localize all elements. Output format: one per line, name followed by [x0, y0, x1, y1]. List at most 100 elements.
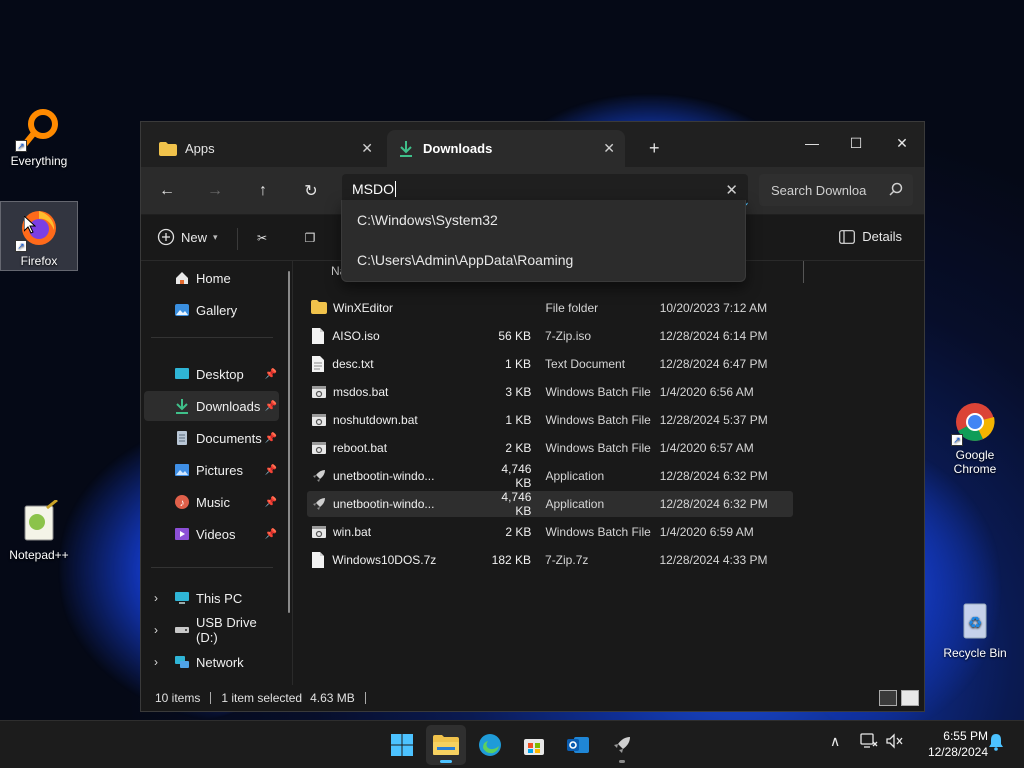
- back-arrow-icon[interactable]: ←: [151, 177, 183, 205]
- taskbar-unetbootin[interactable]: [602, 725, 642, 765]
- usb-drive-icon: [174, 622, 190, 638]
- sidebar-item-label: Music: [196, 494, 230, 510]
- file-name: msdos.bat: [333, 385, 389, 399]
- file-row[interactable]: Windows10DOS.7z 182 KB 7-Zip.7z 12/28/2024 …: [307, 547, 793, 573]
- file-icon: [311, 552, 326, 568]
- file-row[interactable]: reboot.bat 2 KB Windows Batch File 1/4/2020…: [307, 435, 793, 461]
- file-row[interactable]: win.bat 2 KB Windows Batch File 1/4/2020 6:…: [307, 519, 793, 545]
- pin-icon[interactable]: 📌: [265, 401, 277, 412]
- file-row[interactable]: noshutdown.bat 1 KB Windows Batch File 12/2…: [307, 407, 793, 433]
- navigation-pane: Home Gallery Desktop 📌 Downloads 📌 Docum…: [141, 261, 293, 685]
- pin-icon[interactable]: 📌: [265, 433, 277, 444]
- sidebar-item-home[interactable]: Home: [144, 263, 279, 293]
- minimize-icon[interactable]: —: [789, 128, 835, 158]
- sidebar-item-gallery[interactable]: Gallery: [144, 295, 279, 325]
- file-date-modified: 12/28/2024 6:47 PM: [659, 357, 768, 371]
- tab-downloads[interactable]: Downloads ✕: [387, 130, 625, 167]
- cut-icon[interactable]: ✂: [251, 228, 273, 248]
- folder-icon: [159, 141, 177, 156]
- sidebar-item-desktop[interactable]: Desktop 📌: [144, 359, 279, 389]
- copy-icon[interactable]: ❐: [299, 228, 321, 248]
- volume-muted-icon[interactable]: [886, 733, 904, 752]
- close-tab-icon[interactable]: ✕: [603, 140, 615, 157]
- file-type: Windows Batch File: [545, 413, 651, 427]
- sidebar-divider: [151, 337, 273, 338]
- clear-address-icon[interactable]: ✕: [725, 181, 738, 199]
- file-row[interactable]: WinXEditor File folder 10/20/2023 7:12 AM: [307, 295, 793, 321]
- up-arrow-icon[interactable]: ↑: [247, 177, 279, 205]
- sidebar-item-downloads[interactable]: Downloads 📌: [144, 391, 279, 421]
- column-divider[interactable]: [803, 261, 804, 283]
- new-label: New: [181, 229, 208, 245]
- taskbar-edge[interactable]: [470, 725, 510, 765]
- file-size: 2 KB: [505, 441, 532, 455]
- status-bar: 10 items 1 item selected 4.63 MB: [141, 685, 924, 711]
- sidebar-item-videos[interactable]: Videos 📌: [144, 519, 279, 549]
- edge-icon: [479, 734, 501, 756]
- file-row[interactable]: msdos.bat 3 KB Windows Batch File 1/4/2020 …: [307, 379, 793, 405]
- file-row[interactable]: desc.txt 1 KB Text Document 12/28/2024 6:47…: [307, 351, 793, 377]
- details-view-icon[interactable]: [879, 690, 897, 706]
- sidebar-item-network[interactable]: › Network: [144, 647, 279, 677]
- notification-bell-icon[interactable]: [988, 733, 1004, 754]
- tab-apps[interactable]: Apps ✕: [147, 130, 383, 167]
- sidebar-item-usb-drive[interactable]: › USB Drive (D:): [144, 615, 279, 645]
- sidebar-item-pictures[interactable]: Pictures 📌: [144, 455, 279, 485]
- file-date-modified: 12/28/2024 5:37 PM: [659, 413, 768, 427]
- refresh-icon[interactable]: ↻: [295, 177, 327, 205]
- item-count: 10 items: [155, 691, 201, 705]
- details-pane-button[interactable]: Details: [839, 229, 902, 244]
- sidebar-item-label: Downloads: [196, 398, 261, 414]
- desktop-icon-chrome[interactable]: ↗ Google Chrome: [936, 400, 1014, 476]
- tiles-view-icon[interactable]: [901, 690, 919, 706]
- new-tab-button[interactable]: +: [637, 130, 672, 167]
- network-status-icon[interactable]: [860, 733, 878, 752]
- file-row[interactable]: AISO.iso 56 KB 7-Zip.iso 12/28/2024 6:14 PM: [307, 323, 793, 349]
- maximize-icon[interactable]: ☐: [833, 128, 879, 158]
- sidebar-item-documents[interactable]: Documents 📌: [144, 423, 279, 453]
- new-button[interactable]: New ▾: [157, 228, 218, 246]
- pin-icon[interactable]: 📌: [265, 465, 277, 476]
- desktop-icon-firefox[interactable]: ↗ Firefox: [0, 201, 78, 271]
- file-type: Text Document: [545, 357, 626, 371]
- clock[interactable]: 6:55 PM 12/28/2024: [928, 728, 988, 760]
- sidebar-item-this-pc[interactable]: › This PC: [144, 583, 279, 613]
- desktop-icon-label: Google Chrome: [953, 448, 997, 476]
- chevron-right-icon[interactable]: ›: [154, 623, 158, 637]
- forward-arrow-icon[interactable]: →: [199, 177, 231, 205]
- desktop-icon-notepadpp[interactable]: Notepad++: [0, 498, 78, 562]
- desktop-icon-everything[interactable]: ↗ Everything: [0, 106, 78, 168]
- start-button[interactable]: [382, 725, 422, 765]
- file-name: unetbootin-windo...: [333, 497, 435, 511]
- suggestion-item[interactable]: C:\Users\Admin\AppData\Roaming: [342, 240, 745, 280]
- chevron-up-icon[interactable]: ∧: [830, 733, 840, 750]
- chevron-right-icon[interactable]: ›: [154, 591, 158, 605]
- application-icon: [311, 468, 327, 484]
- sidebar-item-music[interactable]: ♪ Music 📌: [144, 487, 279, 517]
- file-name: AISO.iso: [332, 329, 380, 343]
- file-size: 2 KB: [505, 525, 532, 539]
- close-tab-icon[interactable]: ✕: [361, 140, 373, 157]
- everything-icon: ↗: [15, 106, 61, 152]
- search-input[interactable]: Search Downloa: [759, 174, 913, 206]
- file-row[interactable]: unetbootin-windo... 4,746 KB Application 12…: [307, 462, 793, 490]
- file-row[interactable]: unetbootin-windo... 4,746 KB Application 12…: [307, 490, 793, 518]
- pin-icon[interactable]: 📌: [265, 497, 277, 508]
- taskbar-file-explorer[interactable]: [426, 725, 466, 765]
- desktop-icon-label: Everything: [10, 154, 68, 168]
- desktop-icon: [174, 366, 190, 382]
- pin-icon[interactable]: 📌: [265, 529, 277, 540]
- chevron-right-icon[interactable]: ›: [154, 655, 158, 669]
- pin-icon[interactable]: 📌: [265, 369, 277, 380]
- desktop-icon-recycle-bin[interactable]: ♻ Recycle Bin: [936, 598, 1014, 660]
- chrome-icon: ↗: [951, 400, 997, 446]
- close-window-icon[interactable]: ✕: [879, 128, 925, 158]
- suggestion-item[interactable]: C:\Windows\System32: [342, 200, 745, 240]
- file-name: noshutdown.bat: [333, 413, 418, 427]
- taskbar-outlook[interactable]: [558, 725, 598, 765]
- file-type: Windows Batch File: [545, 441, 651, 455]
- sidebar-scrollbar[interactable]: [288, 271, 290, 613]
- taskbar-store[interactable]: [514, 725, 554, 765]
- download-icon: [400, 140, 412, 157]
- rocket-icon: [614, 737, 630, 753]
